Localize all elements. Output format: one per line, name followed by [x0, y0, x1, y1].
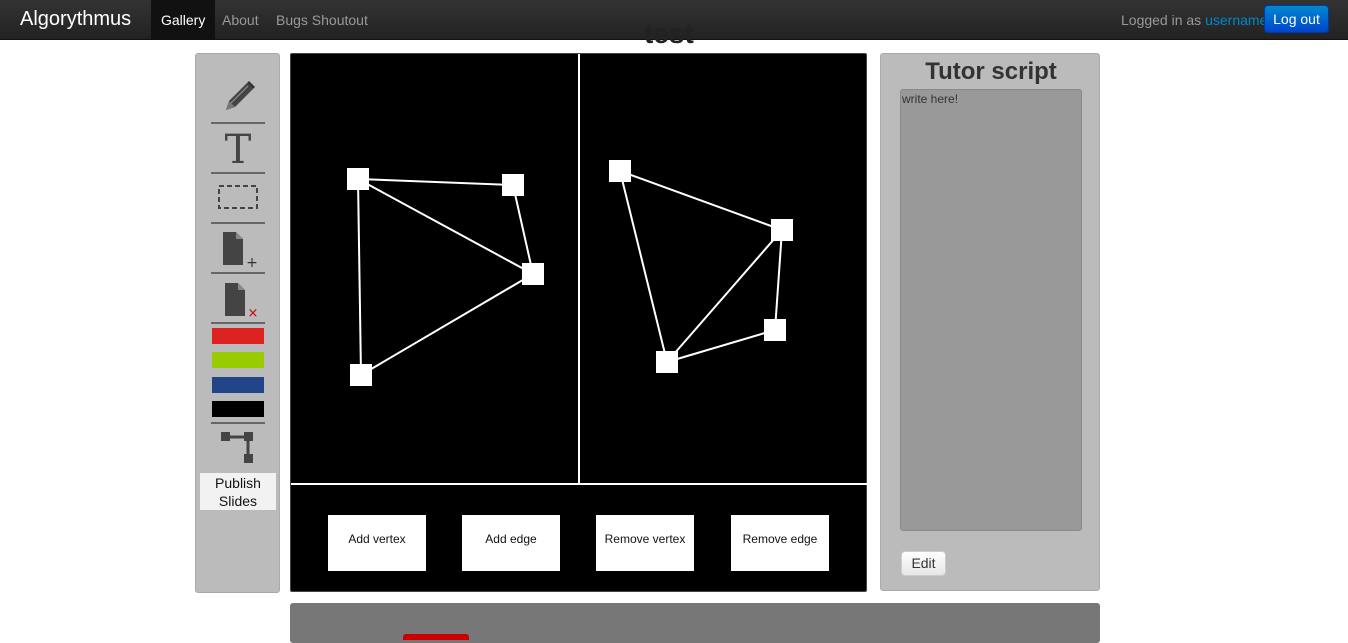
delete-slide-icon[interactable]: ×	[211, 276, 265, 322]
graph-vertex	[502, 174, 524, 196]
text-tool-icon[interactable]: T	[211, 126, 265, 172]
graph-tool-icon[interactable]	[211, 424, 265, 470]
svg-text:T: T	[225, 129, 252, 169]
graph-vertex	[609, 160, 631, 182]
graph-vertex	[771, 219, 793, 241]
toolbar-divider	[211, 122, 265, 124]
nav-about[interactable]: About	[212, 0, 269, 40]
logged-in-label: Logged in as	[1121, 12, 1206, 28]
graph-edge	[512, 184, 534, 275]
edit-button[interactable]: Edit	[901, 551, 946, 576]
selection-rect-icon[interactable]	[211, 175, 265, 221]
brand-logo[interactable]: Algorythmus	[20, 8, 131, 31]
graph-drawing[interactable]	[291, 54, 868, 593]
color-swatch-green[interactable]	[212, 352, 264, 368]
tutor-script-panel: Tutor script write here! Edit	[880, 53, 1100, 591]
graph-canvas[interactable]: Add vertex Add edge Remove vertex Remove…	[290, 53, 868, 593]
graph-vertex	[656, 351, 678, 373]
slide-title: test	[644, 18, 694, 49]
remove-vertex-button[interactable]: Remove vertex	[596, 515, 694, 571]
add-edge-button[interactable]: Add edge	[462, 515, 560, 571]
nav-bugs-shoutout[interactable]: Bugs Shoutout	[266, 0, 378, 40]
graph-vertex	[350, 364, 372, 386]
pencil-icon[interactable]	[211, 74, 265, 120]
left-graph-vertices	[347, 168, 544, 386]
toolbar-divider	[211, 272, 265, 274]
graph-edge	[619, 170, 668, 363]
graph-edge	[666, 229, 783, 363]
graph-vertex	[347, 168, 369, 190]
toolbar-divider	[211, 172, 265, 174]
graph-edge	[360, 273, 534, 376]
tutor-script-textarea[interactable]: write here!	[900, 89, 1082, 531]
graph-edge	[666, 329, 776, 363]
left-graph-edges	[357, 178, 534, 376]
svg-text:+: +	[246, 255, 258, 269]
color-swatch-black[interactable]	[212, 401, 264, 417]
remove-edge-button[interactable]: Remove edge	[731, 515, 829, 571]
tutor-script-title: Tutor script	[925, 58, 1057, 85]
add-vertex-button[interactable]: Add vertex	[328, 515, 426, 571]
right-graph-edges	[619, 170, 783, 363]
graph-edge	[774, 229, 783, 331]
add-slide-icon[interactable]: +	[211, 226, 265, 272]
slide-strip	[290, 603, 1100, 643]
right-graph-vertices	[609, 160, 793, 373]
svg-text:×: ×	[248, 306, 259, 319]
color-swatch-red[interactable]	[212, 328, 264, 344]
graph-vertex	[522, 263, 544, 285]
toolbar-divider	[211, 322, 265, 324]
publish-slides-button[interactable]: Publish Slides	[200, 473, 276, 510]
logged-in-status: Logged in as username	[1121, 12, 1267, 28]
slide-strip-marker[interactable]	[403, 634, 469, 640]
logout-button[interactable]: Log out	[1264, 5, 1329, 33]
username-link[interactable]: username	[1205, 12, 1267, 28]
graph-edge	[357, 178, 514, 186]
graph-vertex	[764, 319, 786, 341]
tool-palette: T + × Publish Slides	[195, 53, 280, 593]
nav-gallery[interactable]: Gallery	[151, 0, 216, 40]
color-swatch-blue[interactable]	[212, 377, 264, 393]
toolbar-divider	[211, 222, 265, 224]
graph-edge	[619, 170, 783, 231]
graph-edge	[357, 178, 362, 376]
